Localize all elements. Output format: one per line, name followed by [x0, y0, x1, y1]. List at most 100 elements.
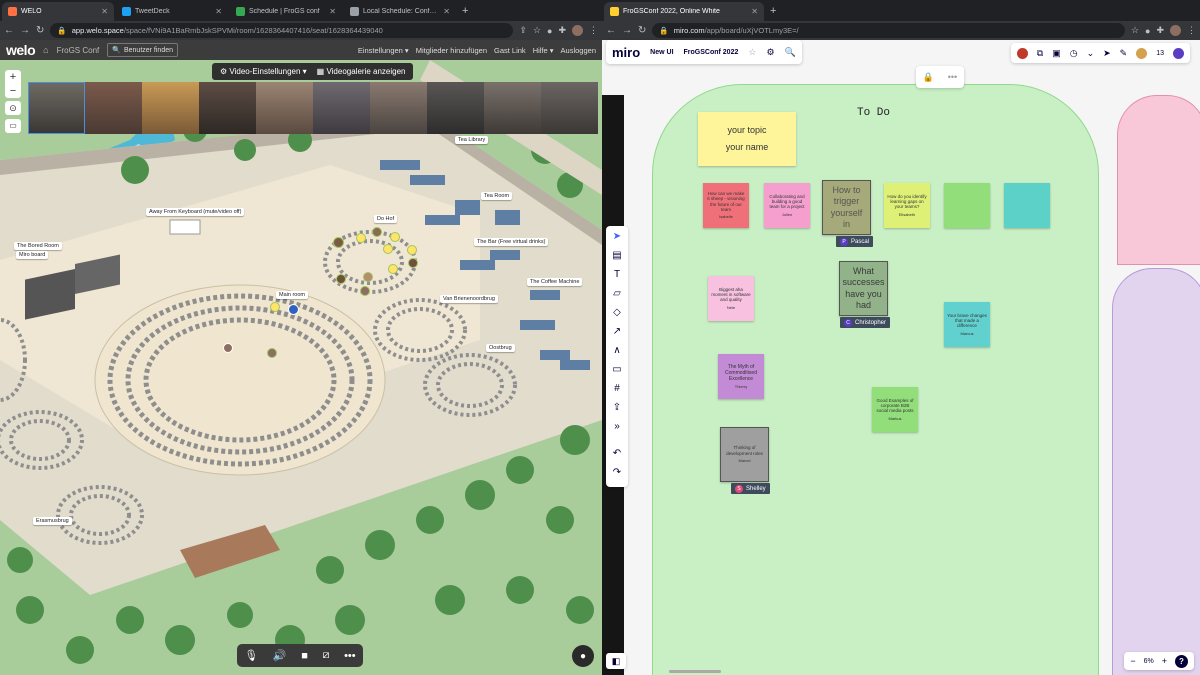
new-tab-icon[interactable]: +	[766, 2, 780, 21]
avatar[interactable]	[360, 286, 370, 296]
avatar[interactable]	[383, 244, 393, 254]
star-icon[interactable]: ☆	[748, 47, 756, 58]
sticky-note[interactable]: Thinking of development roles Marcel	[720, 427, 769, 482]
menu-settings[interactable]: Einstellungen ▾	[358, 46, 409, 55]
close-tab-icon[interactable]: ✕	[751, 7, 758, 16]
avatar[interactable]	[333, 237, 344, 248]
pink-frame[interactable]	[1117, 95, 1200, 265]
sticky-note[interactable]: Biggest aha moment in software and quali…	[708, 276, 754, 321]
avatar[interactable]	[372, 227, 382, 237]
sticky-note[interactable]: The Myth of Commoditised Excellence Thier…	[718, 354, 764, 399]
room-label-van-brienenoordbrug[interactable]: Van Brienenoordbrug	[440, 295, 498, 303]
video-gallery-button[interactable]: ▦ Videogalerie anzeigen	[317, 67, 406, 76]
shapes-icon[interactable]: ◇	[613, 306, 621, 319]
video-tile[interactable]	[85, 82, 142, 134]
tab-miro[interactable]: FroGSConf 2022, Online White ✕	[604, 2, 764, 21]
sticky-note[interactable]: Good Examples of corporate B2B social me…	[872, 387, 918, 432]
horizontal-scrollbar[interactable]	[669, 670, 721, 673]
close-tab-icon[interactable]: ✕	[329, 7, 336, 16]
avatar[interactable]	[270, 302, 280, 312]
connector-line-icon[interactable]: ↗	[613, 325, 621, 338]
avatar[interactable]	[390, 232, 400, 242]
zoom-in-button[interactable]: +	[5, 70, 21, 84]
welo-logo[interactable]: welo	[6, 42, 36, 58]
room-label-main-room[interactable]: Main room	[276, 291, 308, 299]
topic-template-sticky[interactable]: your topic your name	[698, 112, 796, 166]
video-settings-button[interactable]: ⚙ Video-Einstellungen ▾	[220, 67, 307, 76]
room-label-oostbrug[interactable]: Oostbrug	[486, 344, 515, 352]
avatar[interactable]	[408, 258, 418, 268]
zoom-in-button[interactable]: +	[1162, 656, 1167, 666]
close-tab-icon[interactable]: ✕	[215, 7, 222, 16]
board-panel-toggle-icon[interactable]: ◧	[606, 653, 626, 669]
tab-local-schedule[interactable]: Local Schedule: Conference ✕	[344, 2, 456, 21]
sticky-note-icon[interactable]: ▱	[613, 287, 621, 300]
comment-icon[interactable]: ▭	[612, 363, 621, 376]
sticky-note[interactable]: Collaborating and building a good team f…	[764, 183, 810, 228]
room-label-erasmusbrug[interactable]: Erasmusbrug	[33, 517, 72, 525]
purple-frame[interactable]	[1112, 268, 1200, 675]
presenter-avatar[interactable]	[1016, 47, 1028, 59]
tab-welo[interactable]: WELO ✕	[2, 2, 114, 21]
url-field[interactable]: 🔒 app.welo.space/space/fVNi9A1BaRmbJskSP…	[50, 23, 514, 38]
avatar[interactable]	[336, 274, 346, 284]
menu-dots-icon[interactable]: ⋮	[589, 25, 598, 36]
close-tab-icon[interactable]: ✕	[443, 7, 450, 16]
venue-map[interactable]	[0, 60, 602, 675]
sticky-note[interactable]: How to trigger yourself in	[822, 180, 871, 235]
redo-icon[interactable]: ↷	[613, 466, 621, 479]
sticky-note[interactable]	[1004, 183, 1050, 228]
menu-logout[interactable]: Ausloggen	[561, 46, 596, 55]
more-dots-icon[interactable]: •••	[344, 650, 356, 662]
templates-icon[interactable]: ▤	[612, 249, 621, 262]
menu-help[interactable]: Hilfe ▾	[533, 46, 554, 55]
room-label-the-bar[interactable]: The Bar (Free virtual drinks)	[474, 238, 549, 246]
new-tab-icon[interactable]: +	[458, 2, 472, 21]
room-label-tea-room[interactable]: Tea Room	[481, 192, 513, 200]
microphone-icon[interactable]: 🎙	[244, 649, 258, 662]
sticky-note[interactable]: How can we make it sheep - visioning the…	[703, 183, 749, 228]
room-label-coffee-machine[interactable]: The Coffee Machine	[527, 278, 583, 286]
room-label-away-from-keyboard[interactable]: Away From Keyboard (mute/video off)	[146, 208, 245, 216]
locate-me-button[interactable]: ⊙	[5, 101, 21, 115]
back-icon[interactable]: ←	[4, 25, 14, 36]
menu-add-members[interactable]: Mitglieder hinzufügen	[416, 46, 487, 55]
select-cursor-icon[interactable]: ➤	[613, 230, 621, 243]
chevron-down-icon[interactable]: ⌄	[1087, 48, 1095, 59]
sticky-note[interactable]: How do you identify learning gaps on you…	[884, 183, 930, 228]
puzzle-icon[interactable]: ✚	[558, 25, 566, 36]
share-icon[interactable]: ⇪	[519, 25, 527, 36]
forward-icon[interactable]: →	[20, 25, 30, 36]
board-name[interactable]: FroGSConf 2022	[684, 49, 739, 56]
lock-icon[interactable]: 🔒	[923, 72, 934, 83]
room-label-bored-room[interactable]: The Bored Room	[14, 242, 62, 250]
pen-icon[interactable]: ∧	[613, 344, 620, 357]
video-tile[interactable]	[370, 82, 427, 134]
tab-tweetdeck[interactable]: TweetDeck ✕	[116, 2, 228, 21]
screen-share-off-icon[interactable]: ⧄	[322, 649, 329, 662]
avatar[interactable]	[407, 245, 417, 255]
camera-icon[interactable]: ■	[301, 650, 308, 662]
screen-toggle-button[interactable]: ▭	[5, 119, 21, 133]
zoom-out-button[interactable]: −	[1130, 656, 1135, 666]
bookmark-star-icon[interactable]: ☆	[533, 25, 541, 36]
extension-icon[interactable]: ●	[547, 26, 552, 36]
reaction-icon[interactable]: ✎	[1120, 48, 1128, 59]
tab-schedule[interactable]: Schedule | FroGS conf ✕	[230, 2, 342, 21]
search-icon[interactable]: 🔍	[785, 47, 796, 58]
comment-icon[interactable]: ▣	[1052, 48, 1061, 59]
sticky-note[interactable]: What successes have you had	[839, 261, 888, 316]
forward-icon[interactable]: →	[622, 25, 632, 36]
screen-share-icon[interactable]: ⧉	[1037, 48, 1043, 59]
avatar[interactable]	[288, 304, 299, 315]
sticky-note[interactable]	[944, 183, 990, 228]
video-tile[interactable]	[427, 82, 484, 134]
avatar[interactable]	[388, 264, 398, 274]
avatar[interactable]	[363, 272, 373, 282]
room-label-tea-library[interactable]: Tea Library	[455, 136, 489, 144]
bookmark-star-icon[interactable]: ☆	[1131, 25, 1139, 36]
cursor-follow-icon[interactable]: ➤	[1103, 48, 1111, 59]
video-tile[interactable]	[313, 82, 370, 134]
zoom-out-button[interactable]: −	[5, 84, 21, 98]
video-tile[interactable]	[199, 82, 256, 134]
